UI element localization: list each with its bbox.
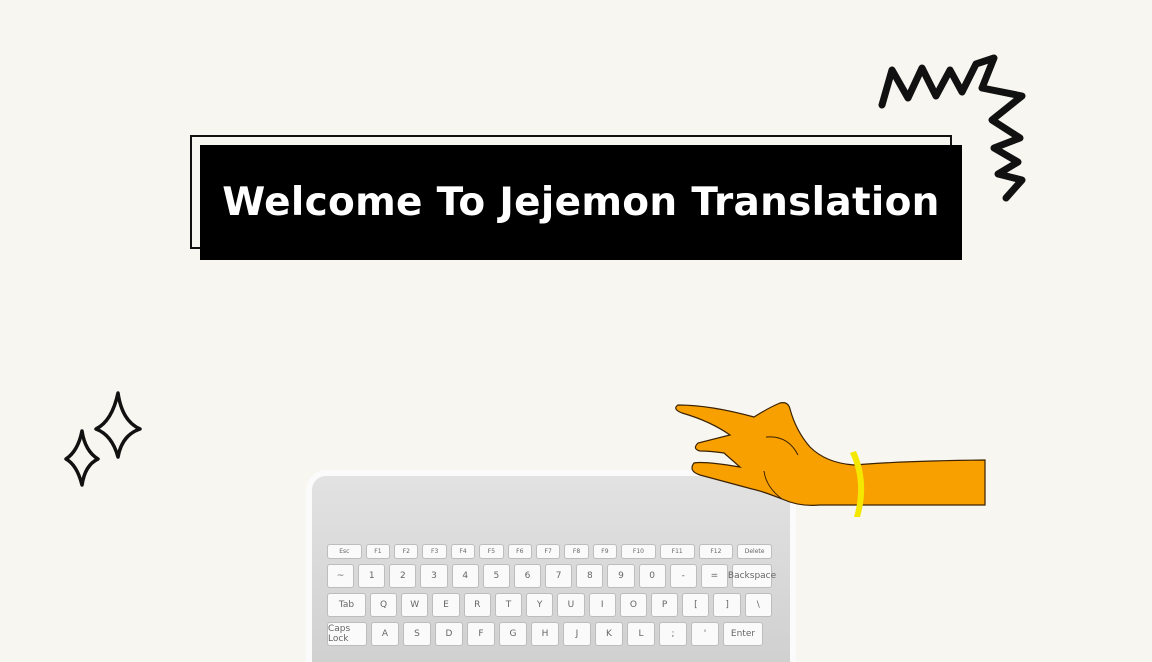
keyboard-key: 3 — [420, 564, 448, 588]
title-banner: Welcome To Jejemon Translation — [200, 145, 962, 260]
keyboard-key: F4 — [450, 544, 476, 559]
keyboard-key: 5 — [482, 564, 510, 588]
page-title: Welcome To Jejemon Translation — [222, 180, 940, 225]
keyboard-key: S — [403, 622, 431, 646]
keyboard-key: F — [467, 622, 495, 646]
keyboard-key: Tab — [327, 593, 366, 617]
keyboard-key: U — [557, 593, 585, 617]
keyboard-key: T — [494, 593, 523, 617]
keyboard-key: I — [588, 593, 616, 617]
keyboard-key: F2 — [394, 544, 419, 559]
keyboard-key: 2 — [389, 564, 417, 588]
keyboard-key: O — [619, 593, 647, 617]
keyboard-key: Esc — [327, 544, 362, 559]
keyboard-key: R — [463, 593, 491, 617]
keyboard-key: F9 — [592, 544, 618, 559]
keyboard-key: F1 — [365, 544, 391, 559]
keyboard-key: 4 — [451, 564, 479, 588]
keyboard-key: K — [595, 622, 623, 646]
zigzag-scribble-icon — [878, 54, 1026, 202]
keyboard-key: 0 — [638, 564, 666, 588]
keyboard-key: L — [627, 622, 655, 646]
keyboard-key: - — [669, 564, 697, 588]
keyboard-key: F5 — [479, 544, 504, 559]
keyboard-key: P — [651, 593, 679, 617]
keyboard-key: Q — [369, 593, 398, 617]
keyboard-key: F10 — [621, 544, 656, 559]
keyboard-key: 7 — [545, 564, 573, 588]
keyboard-key: Caps Lock — [327, 622, 367, 646]
keyboard-key: H — [531, 622, 559, 646]
keyboard-key: F7 — [535, 544, 561, 559]
keyboard-key: F12 — [698, 544, 734, 559]
hand-illustration — [675, 402, 986, 517]
keyboard-key: ; — [659, 622, 687, 646]
sparkle-icon — [64, 391, 142, 487]
keyboard-key: Delete — [737, 544, 772, 559]
keyboard-key: G — [499, 622, 527, 646]
keyboard-key: ' — [691, 622, 719, 646]
keyboard-key: [ — [682, 593, 710, 617]
keyboard-key: F8 — [564, 544, 589, 559]
keyboard-key: 1 — [358, 564, 386, 588]
keyboard-key: A — [371, 622, 399, 646]
keyboard-key: ] — [713, 593, 741, 617]
keyboard-key: Y — [526, 593, 554, 617]
keyboard-key: F3 — [422, 544, 447, 559]
keyboard-key: W — [401, 593, 429, 617]
keyboard-key: 8 — [576, 564, 604, 588]
keyboard-key: F11 — [659, 544, 695, 559]
keyboard-key: Enter — [723, 622, 763, 646]
keyboard-fn-row: Esc F1 F2 F3 F4 F5 F6 F7 F8 F9 F10 F11 F12 Delete — [327, 544, 772, 559]
keyboard-a-row: Caps Lock A S D F G H J K L; ' Enter — [327, 622, 772, 646]
keyboard-key: J — [563, 622, 591, 646]
keyboard-key: E — [432, 593, 460, 617]
keyboard-key: 9 — [607, 564, 635, 588]
keyboard-key: F6 — [507, 544, 532, 559]
keyboard-key: 6 — [513, 564, 542, 588]
keyboard-keys: Esc F1 F2 F3 F4 F5 F6 F7 F8 F9 F10 F11 F12 Delete ~1 2… — [327, 544, 776, 651]
keyboard-key: = — [700, 564, 729, 588]
keyboard-number-row: ~1 2 3 4 5 6 7 8 9 0- = Backspace — [327, 564, 776, 588]
keyboard-q-row: Tab Q W E R T Y U I O P[] \ — [327, 593, 772, 617]
keyboard-key: Backspace — [728, 564, 776, 588]
keyboard-key: ~ — [327, 564, 355, 588]
keyboard-key: \ — [744, 593, 772, 617]
keyboard-key: D — [435, 622, 463, 646]
